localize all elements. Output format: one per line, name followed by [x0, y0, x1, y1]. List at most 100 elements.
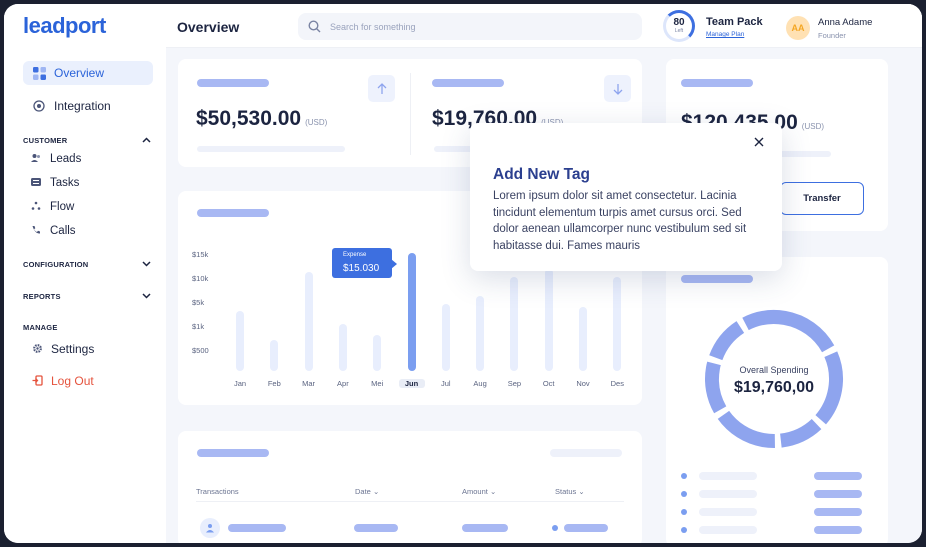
- manage-plan-link[interactable]: Manage Plan: [706, 31, 744, 38]
- transfer-button[interactable]: Transfer: [780, 182, 864, 215]
- sidebar-item-label: Integration: [54, 99, 111, 113]
- chart-bar-mar[interactable]: [304, 272, 313, 371]
- chevron-down-icon: ⌄: [578, 487, 585, 496]
- table-action-placeholder: [550, 449, 622, 457]
- stat-unit: (USD): [305, 118, 328, 127]
- logout-label: Log Out: [51, 374, 94, 388]
- sidebar-item-integration[interactable]: Integration: [23, 94, 153, 118]
- column-header-transactions: Transactions: [196, 487, 239, 496]
- page-title: Overview: [177, 19, 240, 35]
- sidebar-item-leads[interactable]: Leads: [31, 153, 81, 165]
- add-tag-modal: Add New Tag Lorem ipsum dolor sit amet c…: [470, 123, 782, 271]
- column-header-status[interactable]: Status ⌄: [555, 487, 585, 496]
- spending-value: $19,760,00: [733, 379, 815, 396]
- sidebar-item-label: Leads: [50, 153, 82, 165]
- search-bar[interactable]: [298, 13, 642, 40]
- user-name: Anna Adame: [818, 17, 873, 28]
- legend-dot: [681, 473, 687, 479]
- chart-bar-mei[interactable]: [373, 334, 382, 371]
- list-icon: [31, 177, 43, 189]
- sidebar-item-overview[interactable]: Overview: [23, 61, 153, 85]
- legend-dot: [681, 527, 687, 533]
- chart-bar-sep[interactable]: [510, 276, 519, 371]
- chart-bar-nov[interactable]: [579, 306, 587, 371]
- sidebar-item-label: Tasks: [50, 177, 80, 189]
- sidebar-item-tasks[interactable]: Tasks: [31, 177, 79, 189]
- x-tick: Jul: [441, 379, 451, 388]
- legend-label-placeholder: [699, 472, 757, 480]
- legend-label-placeholder: [699, 490, 757, 498]
- sidebar-item-label: Settings: [51, 342, 95, 356]
- x-tick: Mei: [371, 379, 384, 388]
- plan-count: 80: [673, 17, 685, 28]
- chart-bar-aug[interactable]: [476, 296, 485, 371]
- section-configuration[interactable]: CONFIGURATION: [23, 259, 151, 269]
- section-label: REPORTS: [23, 291, 61, 301]
- section-reports[interactable]: REPORTS: [23, 291, 151, 301]
- legend-dot: [681, 491, 687, 497]
- chart-tooltip: Expense $15.030: [332, 248, 397, 278]
- users-icon: [31, 153, 43, 165]
- chevron-down-icon: [142, 259, 151, 269]
- status-dot: [552, 525, 558, 531]
- avatar[interactable]: AA: [786, 16, 810, 40]
- sidebar: leadport Overview Integration CUSTOMER L…: [4, 4, 166, 543]
- label-placeholder: [197, 79, 269, 87]
- x-tick: Sep: [507, 379, 522, 388]
- arrow-down-icon[interactable]: [604, 75, 631, 102]
- legend-value-placeholder: [814, 526, 862, 534]
- chart-bar-jan[interactable]: [236, 311, 244, 371]
- arrow-up-icon[interactable]: [368, 75, 395, 102]
- section-customer[interactable]: CUSTOMER: [23, 135, 151, 145]
- x-tick: Feb: [267, 379, 281, 388]
- spending-label: Overall Spending: [739, 365, 809, 375]
- x-tick: Aug: [473, 379, 487, 388]
- flow-icon: [31, 201, 43, 213]
- x-tick: Jun: [398, 379, 425, 388]
- y-tick: $1k: [192, 322, 205, 331]
- x-tick: Jan: [233, 379, 247, 388]
- transactions-card: Transactions Date ⌄ Amount ⌄ Status ⌄: [178, 431, 642, 543]
- column-header-amount[interactable]: Amount ⌄: [462, 487, 496, 496]
- search-input[interactable]: [330, 21, 610, 32]
- sidebar-item-label: Overview: [54, 66, 105, 80]
- sidebar-item-flow[interactable]: Flow: [31, 201, 74, 213]
- logout-button[interactable]: Log Out: [32, 374, 94, 388]
- sidebar-item-settings[interactable]: Settings: [32, 342, 94, 356]
- chart-bar-jun[interactable]: [407, 253, 416, 371]
- close-icon[interactable]: [754, 135, 764, 150]
- tooltip-label: Expense: [343, 252, 367, 258]
- sidebar-item-calls[interactable]: Calls: [31, 225, 76, 237]
- search-icon: [308, 19, 322, 34]
- logo: leadport: [23, 13, 106, 38]
- plan-count-label: Left: [674, 28, 684, 34]
- user-role: Founder: [818, 31, 846, 40]
- section-label: MANAGE: [23, 323, 58, 332]
- section-manage: MANAGE: [23, 323, 151, 332]
- sidebar-item-label: Flow: [50, 201, 75, 213]
- x-tick: Oct: [542, 379, 555, 388]
- y-tick: $5k: [192, 298, 205, 307]
- y-tick: $10k: [192, 274, 209, 283]
- chart-bar-des[interactable]: [613, 276, 622, 371]
- plan-name: Team Pack: [706, 16, 763, 28]
- chevron-up-icon: [142, 135, 151, 145]
- x-tick: Apr: [337, 379, 349, 388]
- chart-bar-feb[interactable]: [270, 339, 279, 371]
- x-tick: Mar: [302, 379, 316, 388]
- section-label: CUSTOMER: [23, 135, 68, 145]
- chart-bar-oct[interactable]: [544, 268, 553, 371]
- chart-title-placeholder: [197, 209, 269, 217]
- chart-bar-jul[interactable]: [441, 304, 450, 371]
- phone-icon: [31, 225, 43, 237]
- chart-bar-apr[interactable]: [338, 323, 347, 371]
- column-header-date[interactable]: Date ⌄: [355, 487, 379, 496]
- label-placeholder: [681, 275, 753, 283]
- divider: [410, 73, 411, 155]
- section-label: CONFIGURATION: [23, 259, 89, 269]
- legend-label-placeholder: [699, 508, 757, 516]
- label-placeholder: [681, 79, 753, 87]
- row-value-placeholder: [228, 524, 286, 532]
- spending-card: Overall Spending $19,760,00: [666, 257, 888, 543]
- tooltip-value: $15.030: [343, 263, 380, 274]
